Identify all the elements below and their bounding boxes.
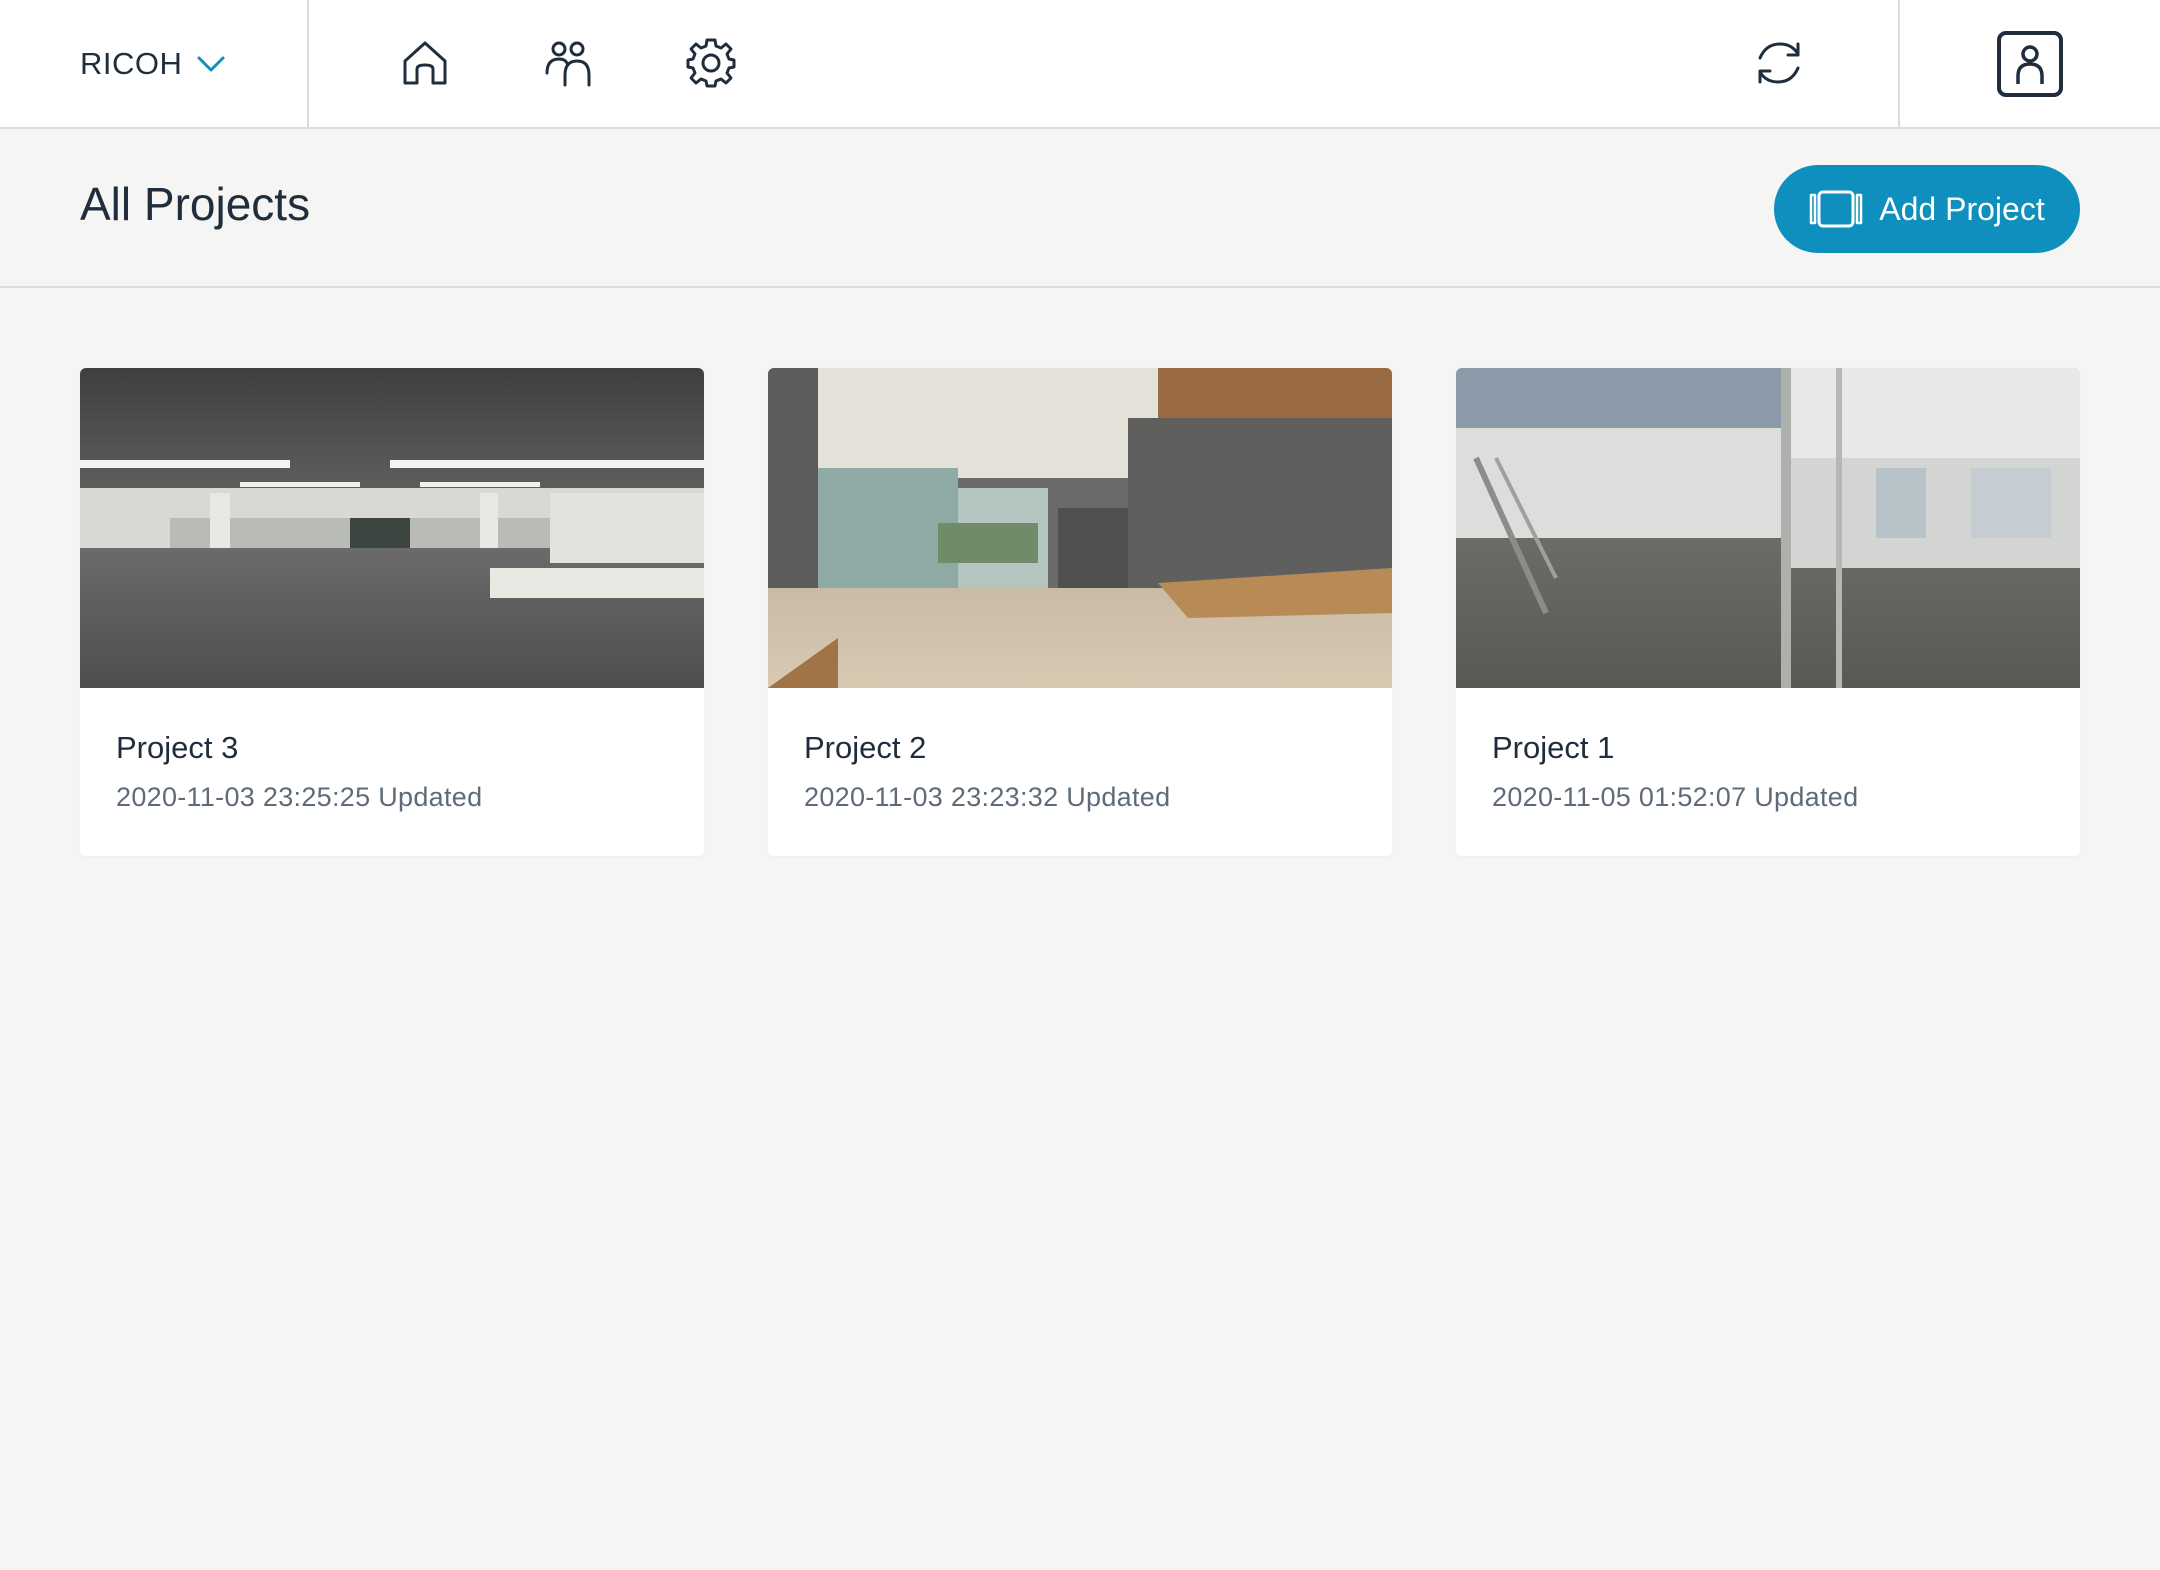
user-profile-icon (1996, 30, 2064, 98)
add-project-button[interactable]: Add Project (1774, 165, 2080, 253)
project-name: Project 3 (116, 730, 239, 765)
sync-icon[interactable] (1746, 30, 1812, 96)
project-updated: 2020-11-03 23:23:32 Updated (804, 782, 1171, 812)
project-thumbnail (768, 368, 1392, 688)
project-thumbnail (80, 368, 704, 688)
page-title: All Projects (80, 178, 311, 230)
organization-name: RICOH (80, 45, 183, 81)
project-card[interactable]: Project 1 2020-11-05 01:52:07 Updated (1456, 368, 2080, 856)
project-updated: 2020-11-03 23:25:25 Updated (116, 782, 483, 812)
users-icon[interactable] (536, 30, 602, 96)
project-name: Project 2 (804, 730, 927, 765)
page-header: All Projects Add Project (0, 129, 2160, 288)
organization-selector[interactable]: RICOH (0, 0, 309, 127)
panorama-icon (1809, 189, 1863, 229)
project-card[interactable]: Project 3 2020-11-03 23:25:25 Updated (80, 368, 704, 856)
project-name: Project 1 (1492, 730, 1615, 765)
project-thumbnail (1456, 368, 2080, 688)
home-icon[interactable] (392, 30, 458, 96)
gear-icon[interactable] (678, 30, 744, 96)
project-card[interactable]: Project 2 2020-11-03 23:23:32 Updated (768, 368, 1392, 856)
add-project-label: Add Project (1879, 190, 2045, 227)
chevron-down-icon (196, 47, 230, 81)
top-bar: RICOH (0, 0, 2160, 129)
project-updated: 2020-11-05 01:52:07 Updated (1492, 782, 1859, 812)
profile-button[interactable] (1898, 0, 2160, 127)
